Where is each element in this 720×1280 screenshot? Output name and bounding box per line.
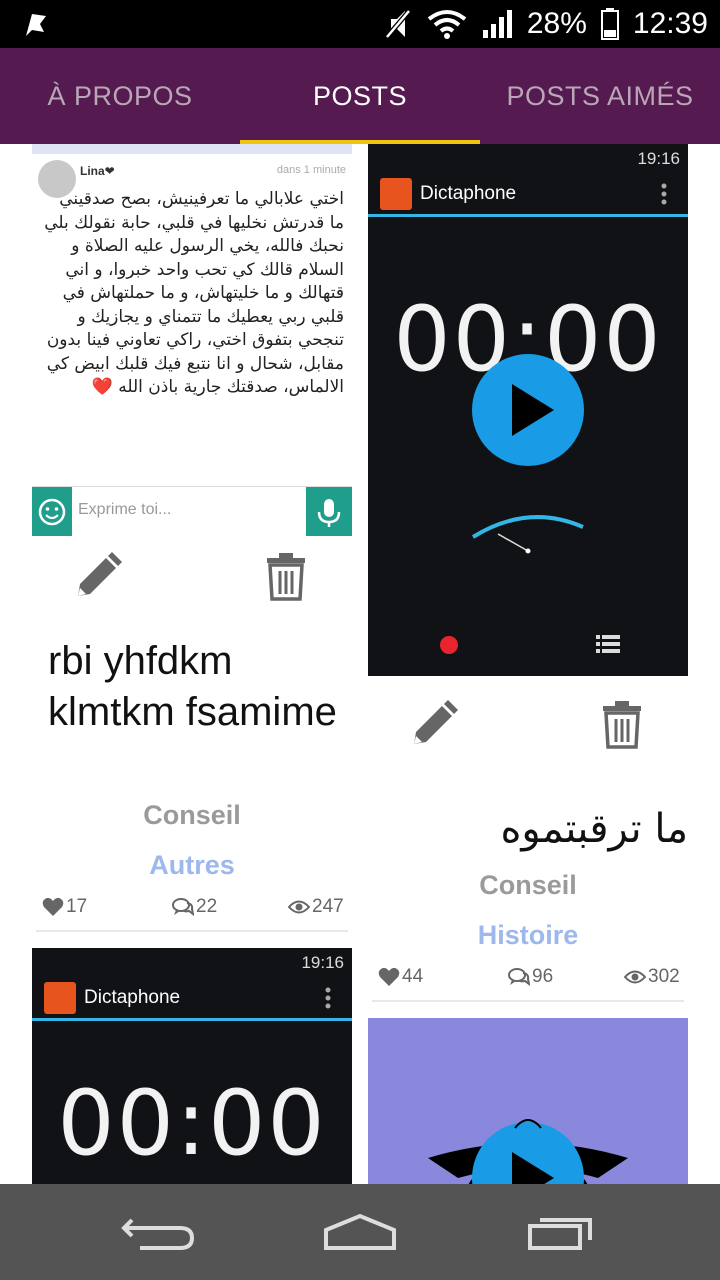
edit-button[interactable] <box>70 548 126 604</box>
play-button[interactable] <box>472 354 584 466</box>
mic-button[interactable] <box>306 487 352 536</box>
artwork-detail <box>514 1119 542 1129</box>
screenshot-timer: 00:00 <box>57 1071 327 1176</box>
comments-icon <box>508 968 530 986</box>
comments-stat[interactable]: 96 <box>508 966 553 988</box>
screenshot-app-title: Dictaphone <box>420 183 517 204</box>
post-stats: 44 96 302 <box>368 966 688 1002</box>
microphone-icon <box>317 499 341 527</box>
wifi-icon <box>427 10 467 39</box>
comments-icon <box>172 898 194 916</box>
trash-icon <box>267 553 305 601</box>
post-image[interactable]: 19:16 Dictaphone 00:00 <box>32 948 352 1184</box>
post-image[interactable]: 19:16 Dictaphone 00:00 <box>368 144 688 676</box>
posts-grid[interactable]: Lina❤ dans 1 minute اختي علابالي ما تعرف… <box>0 144 720 1184</box>
views-stat[interactable]: 302 <box>624 966 680 988</box>
delete-button[interactable] <box>594 696 650 752</box>
author-name: Lina❤ <box>80 164 115 178</box>
post-subcategory: Autres <box>149 850 235 880</box>
tab-posts[interactable]: POSTS <box>240 48 480 144</box>
screenshot-clock: 19:16 <box>301 953 344 972</box>
signal-icon <box>482 10 512 38</box>
edit-button[interactable] <box>406 696 462 752</box>
eye-icon <box>624 970 646 984</box>
comments-count: 22 <box>196 896 218 917</box>
views-count: 302 <box>648 966 680 987</box>
post-title[interactable]: rbi yhfdkm klmtkm fsamime <box>32 636 352 798</box>
views-count: 247 <box>312 896 344 917</box>
screenshot-app-title: Dictaphone <box>84 987 181 1008</box>
post-image[interactable] <box>368 1018 688 1184</box>
likes-stat[interactable]: 44 <box>378 966 423 988</box>
system-navigation-bar <box>0 1184 720 1280</box>
tab-a-propos[interactable]: À PROPOS <box>0 48 240 144</box>
record-icon <box>440 636 458 654</box>
overflow-menu-icon <box>325 987 331 1009</box>
level-meter-icon <box>471 515 584 554</box>
tab-posts-aimes[interactable]: POSTS AIMÉS <box>480 48 720 144</box>
dictaphone-app-icon <box>44 982 76 1014</box>
emoji-button[interactable] <box>32 487 72 536</box>
battery-icon <box>600 8 619 40</box>
mute-icon <box>384 9 411 39</box>
posts-column-left: Lina❤ dans 1 minute اختي علابالي ما تعرف… <box>32 144 352 1184</box>
heart-icon <box>378 967 400 986</box>
views-stat[interactable]: 247 <box>288 896 344 918</box>
comment-bar: Exprime toi... <box>32 486 352 536</box>
post-category: Conseil <box>479 870 577 900</box>
screenshot-app-bar: Dictaphone <box>368 174 688 214</box>
heart-icon <box>42 897 64 916</box>
posts-column-right: 19:16 Dictaphone 00:00 ما ترقبتموه Conse… <box>368 144 688 1184</box>
likes-count: 44 <box>402 966 424 987</box>
comment-input[interactable]: Exprime toi... <box>78 501 171 519</box>
back-icon[interactable] <box>120 1208 200 1256</box>
tab-bar: À PROPOS POSTS POSTS AIMÉS <box>0 48 720 144</box>
delete-button[interactable] <box>258 548 314 604</box>
clock: 12:39 <box>632 7 708 40</box>
smiley-icon <box>38 498 66 526</box>
likes-count: 17 <box>66 896 88 917</box>
eye-icon <box>288 900 310 914</box>
post-stats: 17 22 247 <box>32 896 352 932</box>
post-text: اختي علابالي ما تعرفينيش، بصح صدقيني ما … <box>44 189 344 397</box>
pencil-icon <box>78 552 122 596</box>
screenshot-status-bar: 19:16 <box>32 948 352 978</box>
notification-icon <box>26 14 46 36</box>
battery-percent: 28% <box>526 7 587 40</box>
dictaphone-app-icon <box>380 178 412 210</box>
comments-count: 96 <box>532 966 554 987</box>
post-category: Conseil <box>143 800 241 830</box>
screenshot-app-bar: Dictaphone <box>32 978 352 1018</box>
home-icon[interactable] <box>320 1208 400 1256</box>
recent-apps-icon[interactable] <box>522 1208 602 1256</box>
likes-stat[interactable]: 17 <box>42 896 87 918</box>
comments-stat[interactable]: 22 <box>172 896 217 918</box>
screenshot-status-bar: 19:16 <box>368 144 688 174</box>
post-title[interactable]: ما ترقبتموه <box>368 804 688 870</box>
screenshot-clock: 19:16 <box>637 149 680 168</box>
list-icon <box>596 635 620 653</box>
trash-icon <box>603 701 641 749</box>
post-image[interactable]: Lina❤ dans 1 minute اختي علابالي ما تعرف… <box>32 144 352 536</box>
pencil-icon <box>414 700 458 744</box>
post-subcategory: Histoire <box>477 920 579 950</box>
post-time: dans 1 minute <box>276 164 346 176</box>
overflow-menu-icon <box>661 183 667 205</box>
status-bar: 28% 12:39 <box>0 0 720 48</box>
